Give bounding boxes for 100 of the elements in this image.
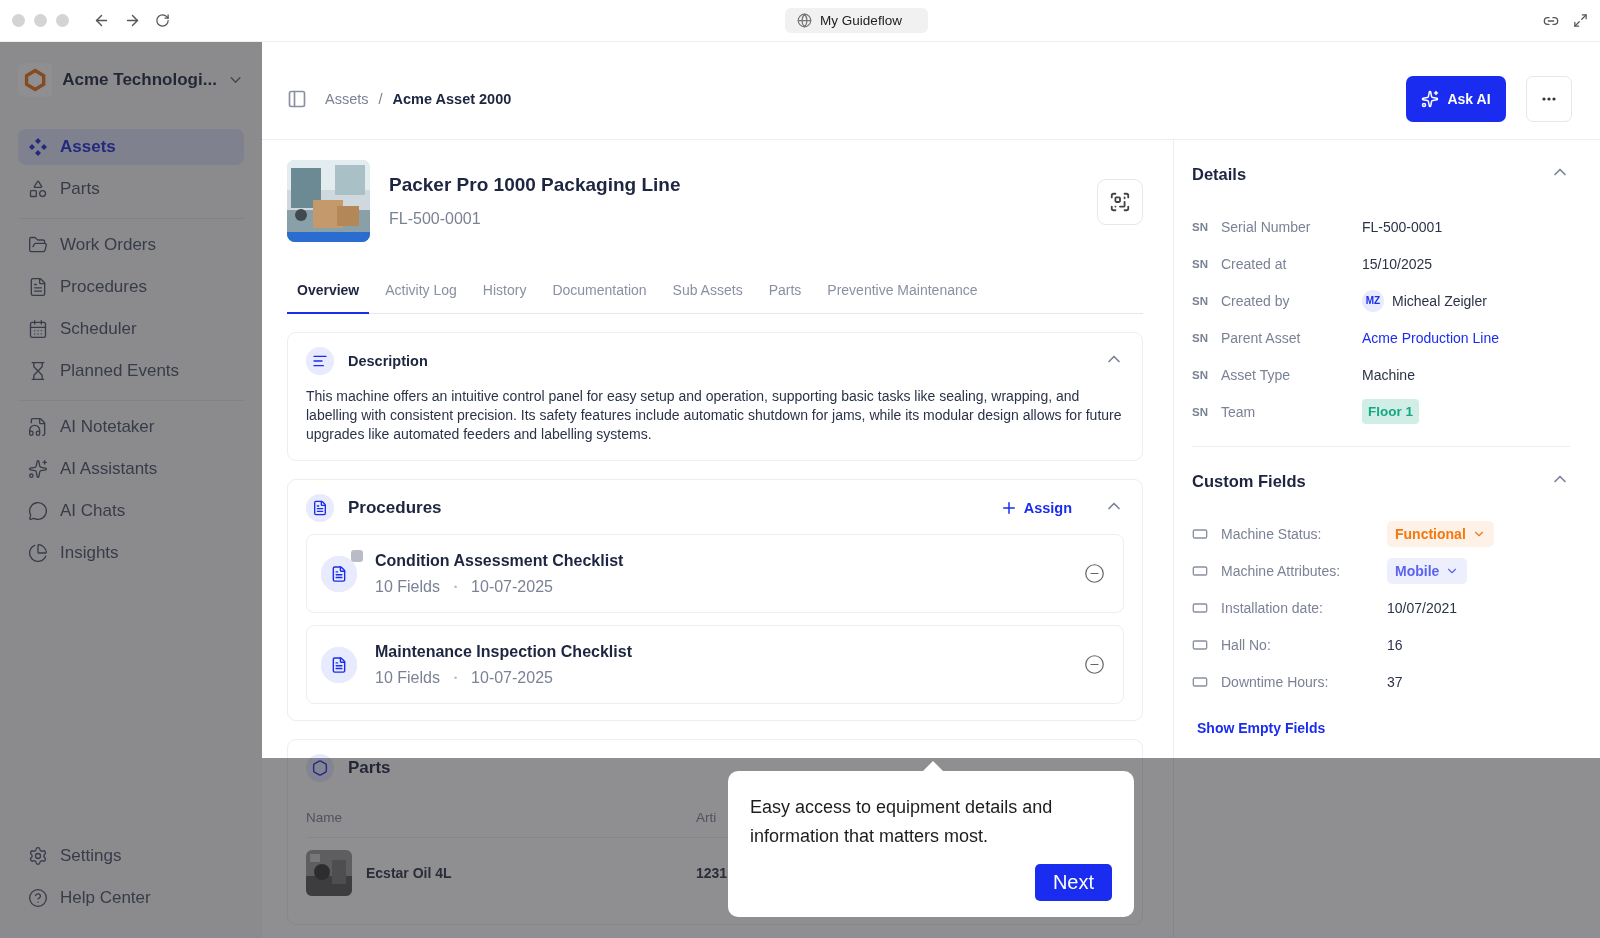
- procedure-name: Maintenance Inspection Checklist: [375, 642, 633, 661]
- breadcrumb-link[interactable]: Acme Asset 2000: [392, 90, 512, 107]
- nav-icon: [28, 417, 48, 437]
- status-dropdown[interactable]: Mobile: [1387, 557, 1468, 584]
- table-cell: Ecstar Oil 4L: [366, 865, 452, 881]
- qr-scan-icon: [1109, 191, 1131, 213]
- user-name: Micheal Zeigler: [1392, 292, 1487, 309]
- user-avatar: MZ: [1362, 289, 1384, 312]
- field-label: Machine Status:: [1221, 525, 1323, 542]
- nav-item[interactable]: Procedures: [18, 269, 244, 305]
- nav-item[interactable]: AI Assistants: [18, 451, 244, 487]
- tab[interactable]: Overview: [287, 272, 370, 314]
- section-title: Custom Fields: [1192, 471, 1306, 491]
- field-prefix: SN: [1192, 220, 1209, 233]
- field-label: Downtime Hours:: [1221, 673, 1330, 690]
- field-label: Asset Type: [1221, 366, 1291, 383]
- qr-scan-button[interactable]: [1097, 179, 1143, 225]
- asset-title: Packer Pro 1000 Packaging Line: [389, 174, 682, 196]
- procedure-date: 10-07-2025: [471, 668, 553, 687]
- tab[interactable]: Documentation: [542, 272, 657, 314]
- nav-icon: [28, 501, 48, 521]
- next-button[interactable]: Next: [1034, 864, 1112, 901]
- field-label: Created at: [1221, 255, 1288, 272]
- workspace-name: Acme Technologi...: [62, 70, 217, 90]
- reload-icon[interactable]: [155, 13, 170, 28]
- expand-icon[interactable]: [1573, 13, 1588, 28]
- field-value: 15/10/2025: [1362, 255, 1433, 272]
- nav-item[interactable]: Settings: [18, 838, 244, 874]
- description-text: This machine offers an intuitive control panel for easy setup and operation, supporting basic tasks like sealing, wrapping, and labelling with consistent precision. Its safety features include automatic shutdown for jams, while its modular design allows for future upgrades like automated feeders and labelling systems.: [306, 387, 1123, 444]
- status-dropdown[interactable]: Functional: [1387, 520, 1494, 547]
- tab[interactable]: Activity Log: [375, 272, 467, 314]
- nav-item[interactable]: Scheduler: [18, 311, 244, 347]
- nav-item[interactable]: Work Orders: [18, 227, 244, 263]
- forward-icon[interactable]: [124, 12, 141, 29]
- field-label: Parent Asset: [1221, 329, 1302, 346]
- document-icon: [321, 555, 357, 592]
- column-header: Arti: [696, 810, 718, 825]
- field-value: 10/07/2021: [1387, 599, 1458, 616]
- card-title: Parts: [348, 758, 391, 778]
- remove-icon[interactable]: [1084, 563, 1105, 584]
- procedure-date: 10-07-2025: [471, 577, 553, 596]
- document-icon: [306, 494, 334, 522]
- field-label: Serial Number: [1221, 218, 1312, 235]
- tab[interactable]: Preventive Maintenance: [817, 272, 988, 314]
- nav-item[interactable]: AI Chats: [18, 493, 244, 529]
- window-dot[interactable]: [12, 14, 25, 27]
- remove-icon[interactable]: [1084, 654, 1105, 675]
- sidebar-toggle-icon[interactable]: [287, 88, 307, 109]
- field-label: Team: [1221, 403, 1257, 420]
- separator-dot: •: [453, 581, 458, 592]
- column-header: Name: [306, 810, 343, 825]
- field-count: 10 Fields: [375, 668, 440, 687]
- tab[interactable]: Sub Assets: [662, 272, 753, 314]
- section-title: Details: [1192, 164, 1247, 184]
- tab[interactable]: History: [472, 272, 537, 314]
- nav-item[interactable]: Planned Events: [18, 353, 244, 389]
- window-dot[interactable]: [34, 14, 47, 27]
- procedure-item[interactable]: Maintenance Inspection Checklist 10 Fields • 10-07-2025: [306, 625, 1124, 704]
- ask-ai-button[interactable]: Ask AI: [1406, 75, 1506, 122]
- procedure-item[interactable]: Condition Assessment Checklist 10 Fields • 10-07-2025: [306, 534, 1124, 613]
- tooltip-text: Easy access to equipment details and information that matters most.: [750, 796, 1054, 848]
- field-label: Installation date:: [1221, 599, 1324, 616]
- nav-icon: [28, 459, 48, 479]
- nav-item[interactable]: Parts: [18, 171, 244, 207]
- settings-icon: [28, 846, 48, 866]
- field-label: Hall No:: [1221, 636, 1272, 653]
- team-tag: Floor 1: [1362, 399, 1419, 424]
- nav-icon: [28, 543, 48, 563]
- nav-icon: [28, 235, 48, 255]
- sparkles-icon: [1421, 89, 1440, 108]
- procedure-name: Condition Assessment Checklist: [375, 551, 625, 570]
- show-empty-fields-link[interactable]: Show Empty Fields: [1197, 720, 1600, 736]
- separator-dot: •: [453, 672, 458, 683]
- field-prefix: SN: [1192, 331, 1209, 344]
- field-prefix: SN: [1192, 405, 1209, 418]
- nav-item[interactable]: Insights: [18, 535, 244, 571]
- assign-button[interactable]: Assign: [999, 499, 1072, 517]
- globe-icon: [797, 13, 813, 28]
- address-bar[interactable]: My Guideflow: [785, 8, 928, 33]
- nav-item[interactable]: AI Notetaker: [18, 409, 244, 445]
- text-icon: [306, 347, 334, 375]
- field-value: Machine: [1362, 366, 1415, 383]
- field-prefix: SN: [1192, 257, 1209, 270]
- parent-asset-link[interactable]: Acme Production Line: [1362, 329, 1499, 346]
- nav-item[interactable]: Assets: [18, 129, 244, 165]
- field-value: 37: [1387, 673, 1403, 690]
- field-count: 10 Fields: [375, 577, 440, 596]
- asset-id: FL-500-0001: [389, 210, 482, 228]
- field-value: 16: [1387, 636, 1403, 653]
- card-title: Description: [348, 353, 428, 369]
- nav-item[interactable]: Help Center: [18, 880, 244, 916]
- field-prefix: SN: [1192, 368, 1209, 381]
- back-icon[interactable]: [93, 12, 110, 29]
- tab[interactable]: Parts: [758, 272, 812, 314]
- field-prefix: SN: [1192, 294, 1209, 307]
- window-dot[interactable]: [56, 14, 69, 27]
- breadcrumb-link[interactable]: Assets: [325, 90, 369, 107]
- breadcrumb-separator: /: [378, 90, 383, 107]
- field-label: Created by: [1221, 292, 1291, 309]
- more-icon: [1542, 96, 1556, 101]
